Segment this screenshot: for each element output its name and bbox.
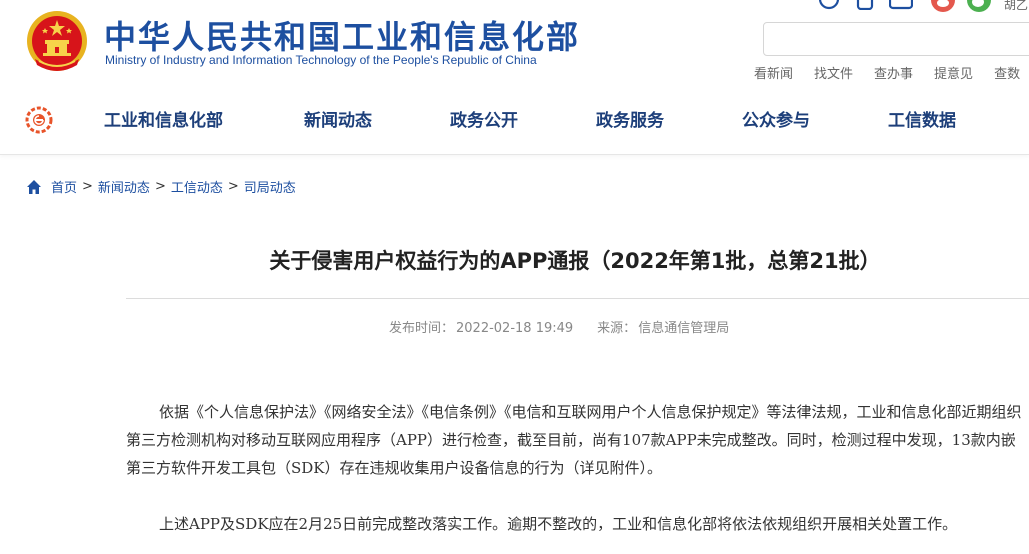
- article-paragraph: 依据《个人信息保护法》《网络安全法》《电信条例》《电信和互联网用户个人信息保护规…: [126, 403, 1022, 477]
- national-emblem-icon[interactable]: [25, 7, 89, 75]
- quick-link-news[interactable]: 看新闻: [754, 63, 793, 82]
- article-source: 信息通信管理局: [638, 321, 730, 336]
- nav-item-public-participation[interactable]: 公众参与: [742, 106, 810, 131]
- breadcrumb-separator: >: [82, 179, 93, 194]
- nav-item-data[interactable]: 工信数据: [888, 106, 956, 131]
- breadcrumb-department-news[interactable]: 司局动态: [244, 177, 296, 196]
- publish-time-label: 发布时间：: [389, 321, 455, 336]
- article-title: 关于侵害用户权益行为的APP通报（2022年第1批，总第21批）: [269, 249, 881, 273]
- breadcrumb-separator: >: [154, 179, 166, 194]
- article-paragraph: 上述APP及SDK应在2月25日前完成整改落实工作。逾期不整改的，工业和信息化部…: [159, 515, 958, 533]
- top-extra-link[interactable]: 胡乙: [1004, 0, 1028, 13]
- mail-icon[interactable]: [889, 0, 913, 10]
- quick-link-data[interactable]: 查数: [994, 63, 1020, 82]
- nav-item-government-services[interactable]: 政务服务: [596, 106, 664, 131]
- quick-link-feedback[interactable]: 提意见: [934, 63, 973, 82]
- nav-item-ministry[interactable]: 工业和信息化部: [104, 106, 223, 131]
- mobile-icon[interactable]: [854, 0, 876, 10]
- breadcrumb-home[interactable]: 首页: [51, 177, 77, 196]
- site-subtitle: Ministry of Industry and Information Tec…: [105, 53, 537, 67]
- breadcrumb-news[interactable]: 新闻动态: [98, 177, 150, 196]
- source-label: 来源：: [597, 321, 637, 336]
- weibo-icon[interactable]: [930, 0, 956, 12]
- article-meta: 发布时间： 2022-02-18 19:49 来源： 信息通信管理局: [389, 317, 729, 336]
- miit-logo-icon[interactable]: [25, 106, 53, 134]
- title-divider: [126, 298, 1029, 299]
- site-title[interactable]: 中华人民共和国工业和信息化部: [104, 12, 580, 58]
- site-header: 中华人民共和国工业和信息化部 Ministry of Industry and …: [0, 0, 1029, 155]
- quick-link-services[interactable]: 查办事: [874, 63, 913, 82]
- wechat-icon[interactable]: [966, 0, 992, 12]
- quick-link-documents[interactable]: 找文件: [814, 63, 853, 82]
- quick-links: 看新闻 找文件 查办事 提意见 查数: [754, 63, 1029, 82]
- accessibility-icon[interactable]: [818, 0, 840, 10]
- breadcrumb-separator: >: [227, 179, 239, 194]
- main-nav: 工业和信息化部 新闻动态 政务公开 政务服务 公众参与 工信数据: [0, 100, 1029, 138]
- publish-time: 2022-02-18 19:49: [456, 321, 574, 336]
- search-input[interactable]: [763, 22, 1029, 56]
- nav-item-government-affairs[interactable]: 政务公开: [450, 106, 518, 131]
- nav-item-news[interactable]: 新闻动态: [304, 106, 372, 131]
- home-icon[interactable]: [26, 179, 42, 195]
- breadcrumb: 首页 > 新闻动态 > 工信动态 > 司局动态: [26, 177, 296, 196]
- breadcrumb-miit-news[interactable]: 工信动态: [171, 177, 223, 196]
